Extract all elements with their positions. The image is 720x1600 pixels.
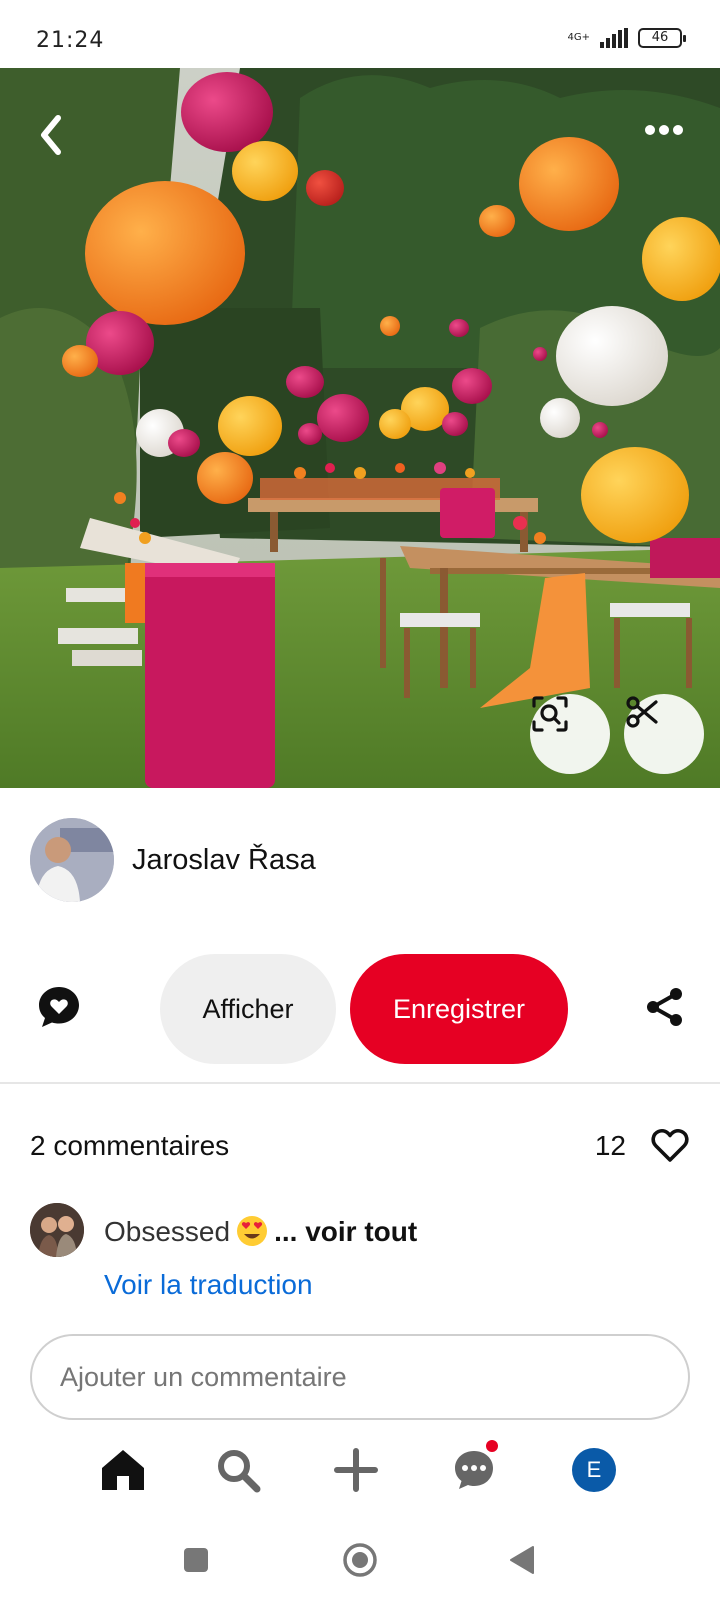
chevron-left-icon — [41, 115, 61, 155]
author-row[interactable]: Jaroslav Řasa — [30, 818, 316, 902]
heart-eyes-emoji-icon — [236, 1215, 268, 1247]
comments-header: 2 commentaires 12 — [30, 1128, 690, 1166]
search-icon — [218, 1450, 261, 1493]
messages-icon — [455, 1451, 493, 1489]
divider — [0, 1082, 720, 1084]
translate-link[interactable]: Voir la traduction — [104, 1269, 313, 1301]
comment-text: Obsessed ... voir tout — [104, 1215, 417, 1248]
author-name[interactable]: Jaroslav Řasa — [132, 844, 316, 877]
more-horizontal-icon — [645, 125, 683, 135]
scissors-icon — [626, 696, 658, 728]
status-time: 21:24 — [36, 28, 105, 53]
heart-outline-icon — [651, 1128, 689, 1162]
garden-party-lanterns-image — [0, 68, 720, 788]
signal-icon — [600, 28, 628, 48]
comment-bubble-icon — [39, 987, 79, 1027]
back-system-button[interactable] — [504, 1542, 540, 1578]
comments-count[interactable]: 2 commentaires — [30, 1130, 229, 1162]
more-options-button[interactable] — [636, 110, 692, 150]
nav-search[interactable] — [210, 1442, 266, 1498]
author-avatar[interactable] — [30, 818, 114, 902]
add-comment-input[interactable]: Ajouter un commentaire — [30, 1334, 690, 1420]
back-button[interactable] — [28, 110, 78, 160]
visual-search-button[interactable] — [530, 694, 610, 774]
commenter-avatar[interactable] — [30, 1203, 84, 1257]
recents-button[interactable] — [178, 1542, 214, 1578]
pin-image[interactable] — [0, 68, 720, 788]
share-icon — [647, 988, 682, 1026]
bottom-nav: E — [0, 1440, 720, 1498]
status-indicators: 4G+ 46 — [567, 28, 686, 48]
nav-profile[interactable]: E — [566, 1442, 622, 1498]
share-button[interactable] — [644, 986, 686, 1028]
notification-dot — [486, 1440, 498, 1452]
scissors-button[interactable] — [624, 694, 704, 774]
status-bar: 21:24 4G+ 46 — [0, 0, 720, 68]
nav-messages[interactable] — [446, 1440, 502, 1498]
nav-home[interactable] — [95, 1442, 151, 1498]
see-all-link[interactable]: ... voir tout — [274, 1216, 417, 1247]
like-button[interactable] — [650, 1126, 690, 1164]
save-button[interactable]: Enregistrer — [350, 954, 568, 1064]
comment-button[interactable] — [36, 984, 82, 1030]
nav-create[interactable] — [328, 1442, 384, 1498]
home-circle-icon — [343, 1543, 377, 1577]
recents-square-icon — [184, 1548, 208, 1572]
network-type: 4G+ — [567, 32, 591, 43]
plus-icon — [334, 1448, 378, 1492]
battery-icon: 46 — [638, 28, 686, 48]
back-triangle-icon — [510, 1546, 534, 1574]
action-row: Afficher Enregistrer — [0, 954, 720, 1064]
system-nav — [0, 1530, 720, 1590]
comment-body: Obsessed — [104, 1216, 231, 1247]
visual-search-icon — [532, 696, 568, 732]
home-icon — [102, 1450, 144, 1490]
likes-count: 12 — [594, 1130, 626, 1161]
profile-avatar: E — [572, 1448, 616, 1492]
home-system-button[interactable] — [342, 1542, 378, 1578]
view-button[interactable]: Afficher — [160, 954, 336, 1064]
